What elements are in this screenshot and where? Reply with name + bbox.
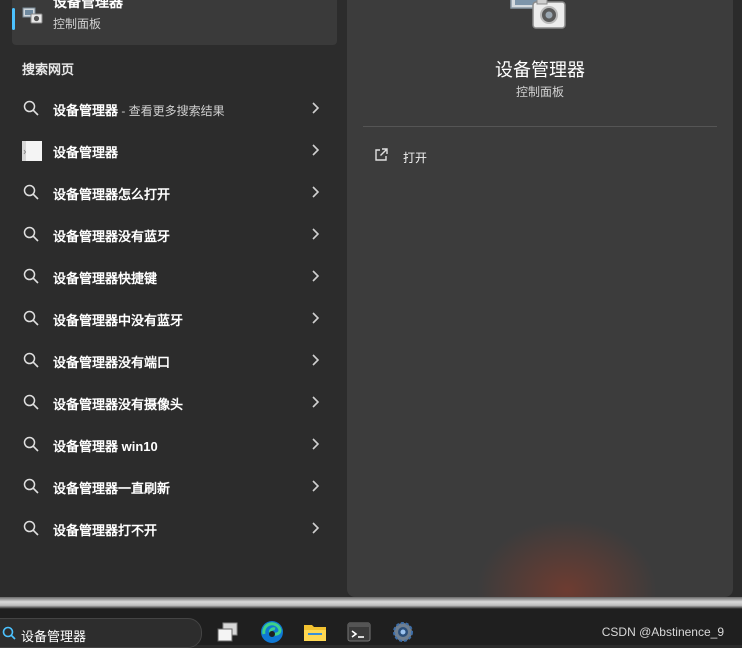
web-result-item[interactable]: 设备管理器 win10 — [12, 424, 334, 464]
taskbar-search-value[interactable]: 设备管理器 — [21, 626, 86, 645]
device-manager-icon — [510, 0, 566, 29]
search-icon — [23, 478, 39, 494]
web-result-item[interactable]: 设备管理器没有摄像头 — [12, 382, 334, 422]
chevron-right-icon — [312, 228, 320, 240]
search-icon — [23, 352, 39, 368]
chevron-right-icon — [312, 186, 320, 198]
search-icon — [2, 626, 16, 640]
chevron-right-icon — [312, 354, 320, 366]
web-result-item[interactable]: 设备管理器没有端口 — [12, 340, 334, 380]
search-results-pane: 设备管理器 控制面板 搜索网页 设备管理器 - 查看更多搜索结果 设备管理器 设… — [0, 0, 347, 597]
result-label: 设备管理器一直刷新 — [53, 481, 171, 496]
settings-icon[interactable] — [390, 619, 416, 645]
search-icon — [23, 436, 39, 452]
device-manager-icon — [22, 7, 43, 24]
chevron-right-icon — [312, 522, 320, 534]
detail-pane: 设备管理器 控制面板 打开 — [347, 0, 733, 597]
web-result-item[interactable]: 设备管理器中没有蓝牙 — [12, 298, 334, 338]
chevron-right-icon — [312, 438, 320, 450]
search-icon — [23, 100, 39, 116]
result-label: 设备管理器没有蓝牙 — [53, 229, 171, 244]
selection-indicator — [12, 8, 15, 30]
chevron-right-icon — [312, 312, 320, 324]
detail-subtitle: 控制面板 — [515, 85, 564, 99]
chevron-right-icon — [312, 480, 320, 492]
web-result-item[interactable]: 设备管理器 — [12, 130, 334, 170]
web-result-item[interactable]: 设备管理器一直刷新 — [12, 466, 334, 506]
web-result-item[interactable]: 设备管理器 - 查看更多搜索结果 — [12, 88, 334, 128]
search-icon — [23, 184, 39, 200]
result-label: 设备管理器中没有蓝牙 — [53, 313, 184, 328]
result-label: 设备管理器怎么打开 — [53, 187, 171, 202]
watermark: CSDN @Abstinence_9 — [601, 625, 724, 639]
result-label: 设备管理器 — [53, 145, 119, 160]
open-external-icon — [375, 148, 388, 161]
section-heading: 搜索网页 — [22, 62, 75, 77]
file-explorer-icon[interactable] — [302, 619, 328, 645]
search-icon — [23, 310, 39, 326]
divider — [363, 126, 717, 127]
result-label: 设备管理器 - 查看更多搜索结果 — [53, 103, 225, 118]
result-label: 设备管理器打不开 — [53, 523, 158, 538]
web-result-item[interactable]: 设备管理器没有蓝牙 — [12, 214, 334, 254]
result-label: 设备管理器快捷键 — [53, 271, 158, 286]
result-label: 设备管理器没有摄像头 — [53, 397, 184, 412]
open-action-label: 打开 — [403, 151, 428, 165]
taskbar: 设备管理器 CSDN @Abstinence_9 — [0, 609, 742, 648]
taskbar-search-box[interactable]: 设备管理器 — [0, 618, 202, 648]
chevron-right-icon — [312, 144, 320, 156]
best-match-title: 设备管理器 — [53, 0, 123, 10]
web-result-item[interactable]: 设备管理器打不开 — [12, 508, 334, 548]
search-icon — [23, 226, 39, 242]
best-match-item[interactable]: 设备管理器 控制面板 — [12, 0, 337, 45]
web-result-item[interactable]: 设备管理器怎么打开 — [12, 172, 334, 212]
result-label: 设备管理器没有端口 — [53, 355, 171, 370]
chevron-right-icon — [312, 270, 320, 282]
terminal-icon[interactable] — [346, 619, 372, 645]
search-icon — [23, 394, 39, 410]
result-label: 设备管理器 win10 — [53, 439, 158, 454]
search-icon — [23, 268, 39, 284]
result-suffix: - 查看更多搜索结果 — [118, 104, 225, 118]
task-view-icon[interactable] — [215, 619, 241, 645]
edge-icon[interactable] — [259, 619, 285, 645]
best-match-subtitle: 控制面板 — [53, 17, 102, 31]
window-edge — [0, 597, 742, 609]
chevron-right-icon — [312, 102, 320, 114]
detail-title: 设备管理器 — [495, 60, 585, 80]
web-thumbnail-icon — [22, 141, 42, 161]
web-result-item[interactable]: 设备管理器快捷键 — [12, 256, 334, 296]
open-action[interactable]: 打开 — [363, 141, 583, 169]
search-icon — [23, 520, 39, 536]
chevron-right-icon — [312, 396, 320, 408]
